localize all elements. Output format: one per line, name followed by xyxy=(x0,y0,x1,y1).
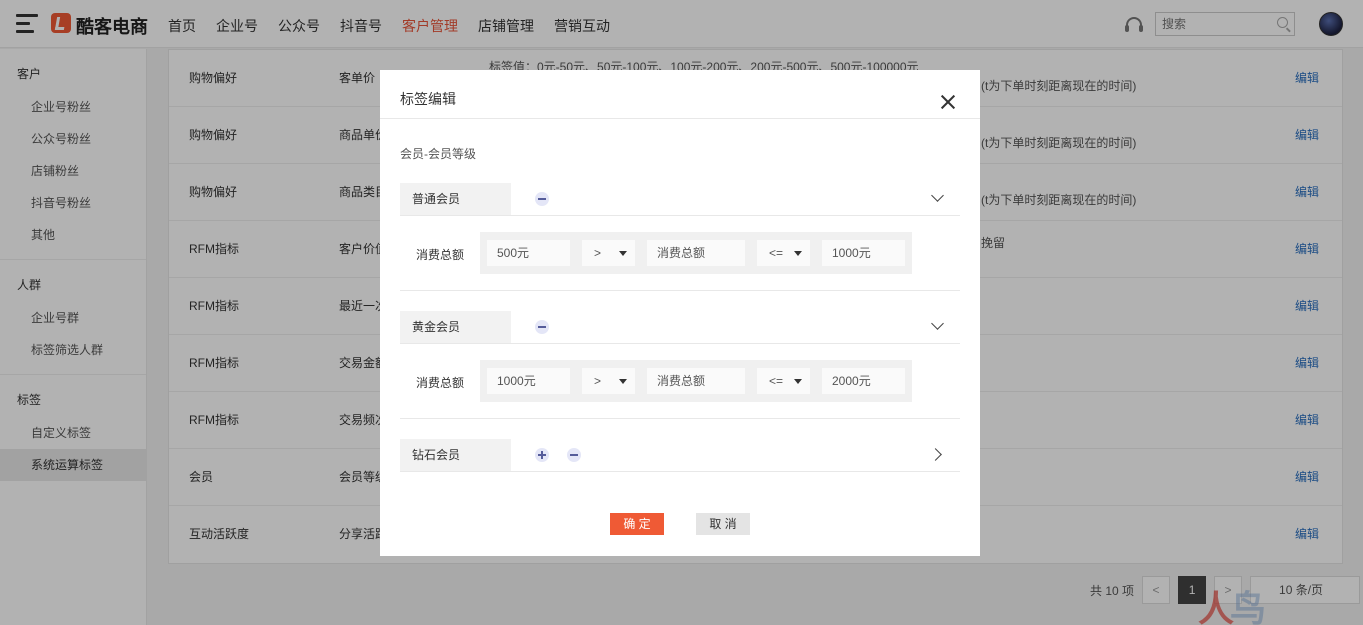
confirm-button[interactable]: 确 定 xyxy=(610,513,664,535)
operator-value: <= xyxy=(769,246,784,260)
level-name: 钻石会员 xyxy=(400,439,511,471)
remove-level-icon[interactable] xyxy=(535,192,549,206)
min-value-input[interactable]: 1000元 xyxy=(487,368,570,394)
metric-select[interactable]: 消费总额 xyxy=(647,240,745,266)
caret-down-icon xyxy=(794,251,802,256)
metric-select[interactable]: 消费总额 xyxy=(647,368,745,394)
divider xyxy=(400,418,960,419)
divider xyxy=(400,215,960,216)
chevron-right-icon[interactable] xyxy=(929,448,942,461)
add-level-icon[interactable] xyxy=(535,448,549,462)
close-icon[interactable] xyxy=(940,94,956,110)
caret-down-icon xyxy=(794,379,802,384)
divider xyxy=(400,290,960,291)
chevron-down-icon[interactable] xyxy=(931,317,944,330)
operator-value: > xyxy=(594,246,602,260)
divider xyxy=(400,471,960,472)
condition-label: 消费总额 xyxy=(416,248,465,262)
chevron-down-icon[interactable] xyxy=(931,189,944,202)
cancel-button[interactable]: 取 消 xyxy=(696,513,750,535)
operator-value: > xyxy=(594,374,602,388)
condition-box: 500元 > 消费总额 <= 1000元 xyxy=(480,232,912,274)
tag-edit-modal: 标签编辑 会员-会员等级 普通会员 消费总额 500元 > 消费总额 <= 10… xyxy=(380,70,980,556)
caret-down-icon xyxy=(619,251,627,256)
condition-label: 消费总额 xyxy=(416,376,465,390)
max-value-input[interactable]: 1000元 xyxy=(822,240,905,266)
operator-select[interactable]: > xyxy=(582,240,635,266)
operator-value: <= xyxy=(769,374,784,388)
operator-select[interactable]: > xyxy=(582,368,635,394)
modal-divider xyxy=(380,118,980,119)
divider xyxy=(400,343,960,344)
caret-down-icon xyxy=(619,379,627,384)
level-name: 普通会员 xyxy=(400,183,511,215)
max-value-input[interactable]: 2000元 xyxy=(822,368,905,394)
remove-level-icon[interactable] xyxy=(567,448,581,462)
condition-box: 1000元 > 消费总额 <= 2000元 xyxy=(480,360,912,402)
modal-title: 标签编辑 xyxy=(400,91,456,107)
level-name: 黄金会员 xyxy=(400,311,511,343)
modal-subtitle: 会员-会员等级 xyxy=(400,147,476,161)
operator-select[interactable]: <= xyxy=(757,240,810,266)
remove-level-icon[interactable] xyxy=(535,320,549,334)
operator-select[interactable]: <= xyxy=(757,368,810,394)
min-value-input[interactable]: 500元 xyxy=(487,240,570,266)
